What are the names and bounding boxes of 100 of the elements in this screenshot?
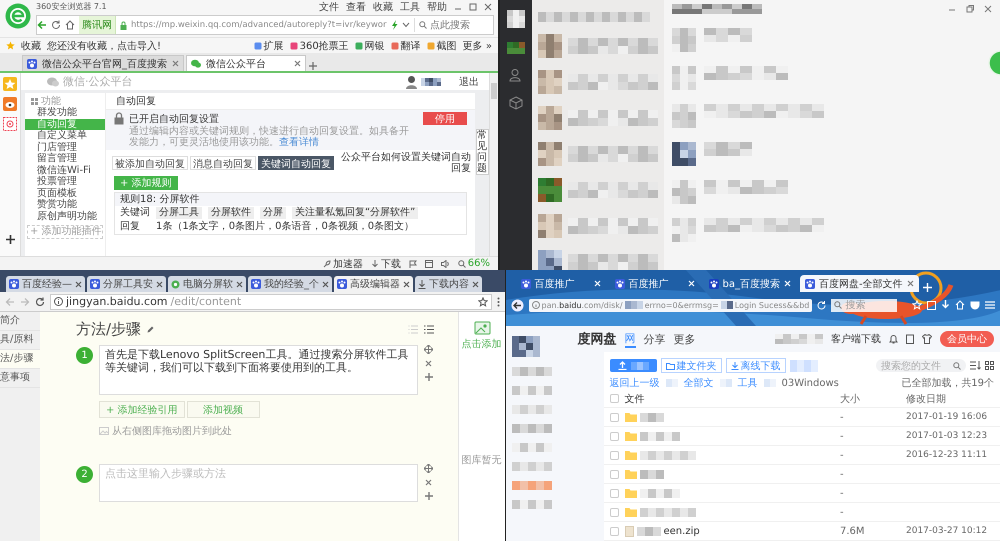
star-icon[interactable]	[6, 41, 15, 50]
more-vertical-icon[interactable]	[496, 296, 500, 306]
download-icon[interactable]	[370, 260, 379, 268]
star-outline-icon[interactable]	[478, 296, 488, 306]
column-header[interactable]: 文件	[624, 392, 644, 406]
browser-tab[interactable]: 电脑分屏软	[168, 276, 246, 292]
breadcrumb-link[interactable]: 03Windows	[782, 378, 839, 388]
bullet-list-icon[interactable]	[424, 325, 434, 334]
close-icon[interactable]	[172, 60, 179, 67]
sort-icon[interactable]	[970, 361, 981, 370]
row-checkbox[interactable]	[610, 450, 618, 460]
close-icon[interactable]	[156, 280, 163, 288]
pencil-icon[interactable]	[147, 326, 154, 333]
address-bar[interactable]: jingyan.baidu.com /edit/content	[50, 294, 492, 310]
browser-tab[interactable]: 百度推广	[516, 275, 606, 292]
row-checkbox[interactable]	[610, 526, 618, 536]
nav-item[interactable]: 赞赏功能	[25, 199, 105, 210]
tool-icon[interactable]	[290, 42, 298, 50]
outline-item[interactable]: 意事项	[0, 369, 40, 388]
site-label[interactable]: 腾讯网	[79, 16, 116, 34]
nav-item[interactable]: 自定义菜单	[25, 130, 105, 142]
close-icon[interactable]	[75, 280, 82, 288]
close-icon[interactable]	[484, 2, 492, 10]
menu-item[interactable]: 帮助	[427, 0, 447, 14]
contacts-icon[interactable]	[509, 68, 523, 82]
clipboard-icon[interactable]	[906, 334, 914, 344]
browser-tab[interactable]: 高级编辑器	[334, 276, 413, 292]
nav-item[interactable]: 留言管理	[25, 153, 105, 164]
toolbar-item[interactable]: 360抢票王	[300, 38, 349, 52]
browser-tab[interactable]: 百度推广	[610, 275, 700, 292]
upload-button[interactable]	[610, 359, 656, 372]
row-checkbox[interactable]	[610, 508, 618, 517]
close-icon[interactable]	[403, 280, 410, 288]
bell-icon[interactable]	[889, 334, 898, 344]
menu-item[interactable]: 工具	[400, 0, 420, 14]
status-item[interactable]: 下载	[380, 256, 401, 270]
flag-icon[interactable]	[408, 260, 417, 268]
nav-item[interactable]: 页面模板	[25, 188, 105, 199]
close-icon[interactable]	[906, 280, 914, 287]
tool-icon[interactable]	[254, 42, 262, 50]
add-image-icon[interactable]	[472, 320, 490, 335]
column-header[interactable]: 修改日期	[906, 392, 994, 406]
chevron-down-icon[interactable]	[402, 22, 410, 28]
close-icon[interactable]	[472, 280, 479, 288]
browser-tab[interactable]: 百度经验—	[6, 276, 85, 292]
reply-tab[interactable]: 被添加自动回复	[112, 156, 188, 170]
close-icon[interactable]	[984, 5, 992, 13]
delete-icon[interactable]	[425, 360, 432, 367]
row-checkbox[interactable]	[610, 412, 618, 422]
toolbar-item[interactable]: 扩展	[264, 38, 284, 52]
browser-tab[interactable]: 我的经验_个	[248, 276, 332, 292]
close-icon[interactable]	[322, 280, 329, 288]
toolbar-item[interactable]: 更多 »	[462, 38, 492, 52]
url-text[interactable]: https://mp.weixin.qq.com/advanced/autoreply?t=ivr/keywor	[131, 20, 387, 30]
new-tab-icon[interactable]	[308, 61, 318, 71]
add-icon[interactable]	[6, 235, 14, 244]
restore-icon[interactable]	[966, 5, 974, 13]
site-logo[interactable]: 度网盘	[578, 330, 616, 348]
zoom-icon[interactable]	[458, 260, 466, 268]
delete-icon[interactable]	[425, 479, 432, 486]
at-sign-icon[interactable]	[3, 117, 17, 131]
faq-tab[interactable]: 常见问题	[476, 129, 489, 175]
window-icon[interactable]	[424, 260, 433, 268]
toolbar-item[interactable]: 翻译	[400, 38, 421, 52]
bookmarks-label[interactable]: 收藏	[21, 38, 41, 52]
menu-item[interactable]: 文件	[319, 0, 339, 14]
rule-title[interactable]: 规则18: 分屏软件	[115, 193, 466, 206]
step-text-field[interactable]: 首先是下载Lenovo SplitScreen工具。通过搜索分屏软件工具等关键词，我们可以下载到下面将要使用到的工具。	[99, 345, 418, 395]
nav-item[interactable]: 门店管理	[25, 142, 105, 153]
row-checkbox[interactable]	[610, 488, 618, 498]
toolbar-item[interactable]: 网银	[364, 38, 385, 52]
maximize-icon[interactable]	[469, 2, 477, 10]
weibo-icon[interactable]	[3, 97, 17, 111]
browser-tab[interactable]: ba_百度搜索	[704, 275, 796, 292]
row-checkbox[interactable]	[610, 432, 618, 441]
bookmarks-hint[interactable]: 您还没有收藏，点击导入!	[47, 38, 162, 52]
grid-view-icon[interactable]	[985, 361, 994, 370]
status-item[interactable]: 加速器	[332, 256, 363, 270]
move-icon[interactable]	[424, 345, 433, 354]
search-field[interactable]: 点此搜索	[414, 18, 489, 32]
menu-item[interactable]: 收藏	[373, 0, 393, 14]
move-icon[interactable]	[424, 464, 433, 473]
toolbar-item[interactable]: 截图	[436, 38, 457, 52]
outline-item[interactable]: 法/步骤	[0, 350, 40, 369]
refresh-icon[interactable]	[35, 296, 45, 306]
reply-tab[interactable]: 消息自动回复	[190, 156, 256, 170]
outline-item[interactable]: 简介	[0, 312, 40, 331]
file-name[interactable]: een.zip	[664, 526, 700, 537]
close-icon[interactable]	[294, 60, 301, 67]
tool-icon[interactable]	[354, 42, 363, 50]
nav-item[interactable]: 微信连Wi-Fi	[25, 164, 105, 176]
close-icon[interactable]	[236, 280, 243, 288]
cube-icon[interactable]	[509, 96, 523, 110]
browser-tab[interactable]: 下载内容	[415, 276, 482, 292]
shirt-icon[interactable]	[922, 334, 932, 344]
address-bar[interactable]: pan.baidu.com/disk/ errno=0&errmsg= Login Sucess&&bd	[528, 298, 812, 312]
nav-item[interactable]: 群发功能	[25, 107, 105, 118]
bookmark-star-icon[interactable]	[912, 300, 922, 310]
nav-item[interactable]: 投票管理	[25, 176, 105, 188]
back-icon[interactable]	[510, 298, 524, 312]
